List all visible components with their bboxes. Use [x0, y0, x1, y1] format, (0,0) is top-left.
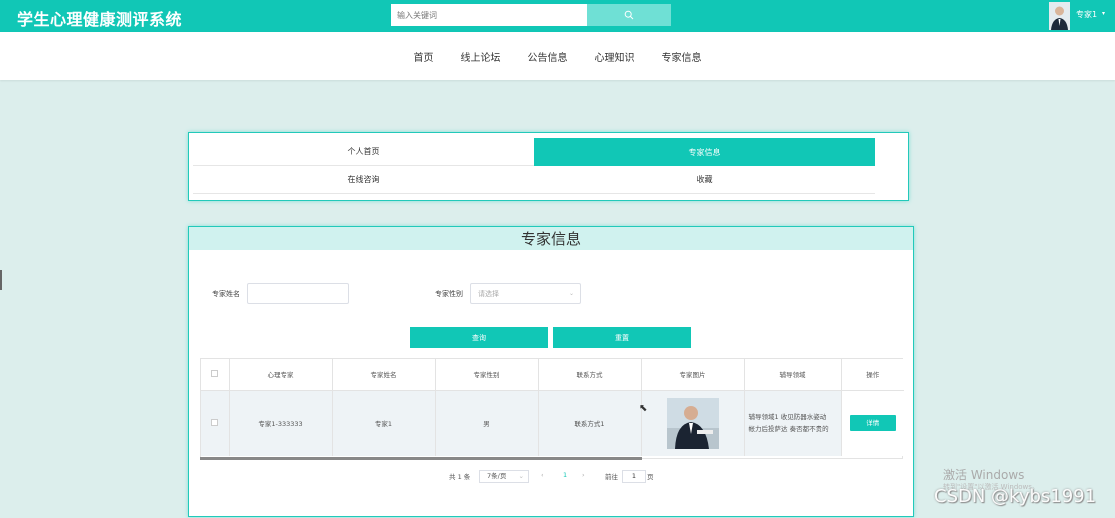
nav-item-psych-knowledge[interactable]: 心理知识: [583, 49, 635, 64]
search-button[interactable]: [587, 4, 671, 26]
cell-name: 专家1: [332, 390, 436, 456]
column-header-action: 操作: [841, 359, 904, 391]
column-header-name[interactable]: 专家姓名: [332, 359, 436, 391]
expert-photo: [666, 397, 719, 449]
page-size-select[interactable]: 7条/页 ⌄: [479, 470, 529, 483]
current-page-number[interactable]: 1: [563, 471, 567, 479]
select-all-cell[interactable]: [201, 359, 230, 391]
csdn-watermark: CSDN @kybs1991: [934, 486, 1097, 507]
window-edge-marker: [0, 270, 2, 290]
mouse-cursor-icon: ⬉: [639, 403, 648, 414]
search-icon: [624, 10, 634, 20]
nav-item-experts[interactable]: 专家信息: [650, 49, 702, 64]
tab-personal-home[interactable]: 个人首页: [193, 138, 534, 166]
panel-title: 专家信息: [189, 227, 913, 250]
area-line-2: 帐力后投萨达 奏否都不贵的: [748, 425, 829, 434]
nav-item-announcements[interactable]: 公告信息: [516, 49, 568, 64]
chevron-down-icon[interactable]: ▾: [1102, 10, 1105, 17]
search-input[interactable]: [391, 4, 587, 26]
nav-item-forum[interactable]: 线上论坛: [449, 49, 501, 64]
area-line-1: 辅导领域1 收见防器水姿动: [748, 413, 827, 422]
column-header-contact[interactable]: 联系方式: [538, 359, 642, 391]
cell-account: 专家1-333333: [229, 390, 333, 456]
cell-area: 辅导领域1 收见防器水姿动 帐力后投萨达 奏否都不贵的: [744, 390, 842, 456]
table-row[interactable]: 专家1-333333 专家1 男 联系方式1 辅导领域1 收见防器水姿动 帐力后…: [201, 390, 904, 456]
cell-contact: 联系方式1: [538, 390, 642, 456]
tab-favorites[interactable]: 收藏: [534, 166, 875, 194]
user-center-tabs: 个人首页 专家信息 在线咨询 收藏: [188, 132, 909, 201]
chevron-down-icon: ⌄: [518, 472, 524, 480]
reset-button[interactable]: 重置: [553, 327, 691, 348]
column-header-photo[interactable]: 专家图片: [641, 359, 745, 391]
page-suffix-label: 页: [647, 473, 654, 481]
column-header-gender[interactable]: 专家性别: [435, 359, 539, 391]
expert-table: 心理专家 专家姓名 专家性别 联系方式 专家图片 辅导领域 操作 专家1-333…: [200, 358, 904, 459]
tab-expert-info[interactable]: 专家信息: [534, 138, 875, 166]
tab-online-consult[interactable]: 在线咨询: [193, 166, 534, 194]
gender-select-placeholder: 请选择: [478, 289, 499, 298]
row-checkbox[interactable]: [211, 418, 219, 426]
detail-button[interactable]: 详情: [849, 415, 896, 432]
table-horizontal-scrollbar[interactable]: [200, 457, 642, 460]
pagination-total: 共 1 条: [449, 473, 471, 481]
goto-page-input[interactable]: 1: [622, 470, 646, 483]
expert-name-input[interactable]: [247, 283, 349, 304]
cell-gender: 男: [435, 390, 539, 456]
query-button[interactable]: 查询: [410, 327, 548, 348]
user-avatar[interactable]: [1049, 2, 1070, 30]
prev-page-button[interactable]: ‹: [541, 471, 544, 479]
select-all-checkbox[interactable]: [211, 369, 219, 377]
main-nav: 首页 线上论坛 公告信息 心理知识 专家信息: [0, 32, 1115, 80]
table-header-row: 心理专家 专家姓名 专家性别 联系方式 专家图片 辅导领域 操作: [201, 359, 904, 391]
goto-label: 前往: [605, 473, 618, 481]
username[interactable]: 专家1: [1076, 9, 1097, 20]
nav-item-home[interactable]: 首页: [414, 49, 434, 64]
app-title: 学生心理健康测评系统: [17, 10, 183, 29]
chevron-down-icon: ⌄: [568, 290, 574, 297]
cell-action: 详情: [841, 390, 904, 456]
page-size-value: 7条/页: [487, 472, 507, 480]
cell-photo: [641, 390, 745, 456]
column-header-area[interactable]: 辅导领域: [744, 359, 842, 391]
name-filter-label: 专家姓名: [212, 290, 240, 298]
next-page-button[interactable]: ›: [582, 471, 585, 479]
top-header: 学生心理健康测评系统 专家1 ▾: [0, 0, 1115, 32]
expert-info-panel: 专家信息 专家姓名 专家性别 请选择 ⌄ 查询 重置 心理专家 专家姓名 专家性…: [188, 226, 914, 517]
expert-gender-select[interactable]: 请选择 ⌄: [470, 283, 581, 304]
gender-filter-label: 专家性别: [435, 290, 463, 298]
row-select-cell[interactable]: [201, 390, 230, 456]
column-header-expert[interactable]: 心理专家: [229, 359, 333, 391]
activate-windows-watermark: 激活 Windows: [943, 468, 1025, 482]
